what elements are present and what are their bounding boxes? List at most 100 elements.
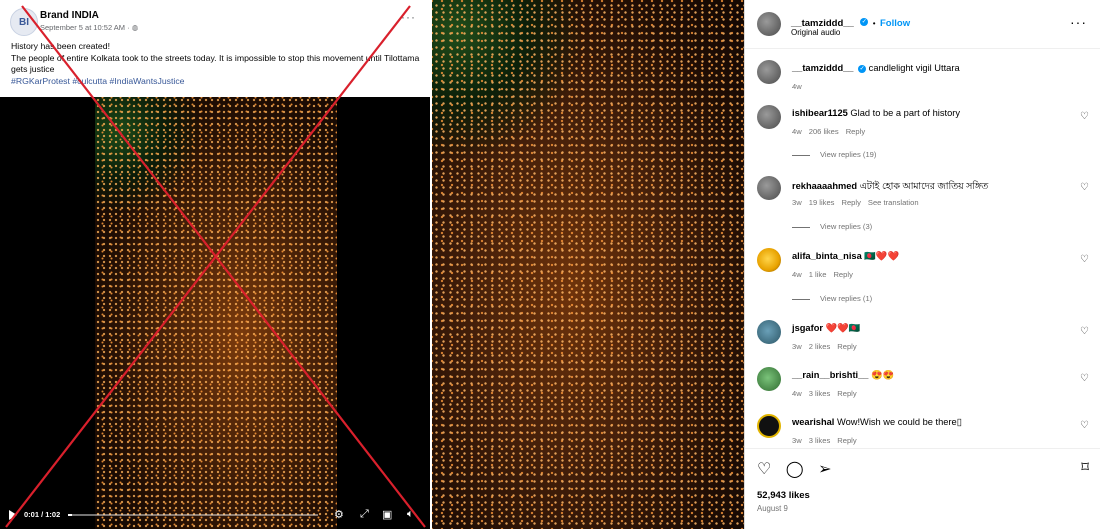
instagram-post-image[interactable]	[432, 0, 744, 529]
video-player[interactable]	[0, 97, 430, 529]
reply-button[interactable]: Reply	[837, 342, 856, 351]
post-line-1: History has been created!	[11, 41, 110, 51]
caption-text: candlelight vigil Uttara	[868, 63, 960, 73]
comment-username[interactable]: jsgafor	[792, 323, 823, 333]
video-time: 0:01 / 1:02	[24, 510, 61, 519]
comment-username[interactable]: wearishal	[792, 417, 834, 427]
comment-like-icon[interactable]: ♡	[1080, 326, 1089, 337]
comment-text: 🇧🇩❤️❤️	[864, 251, 900, 261]
video-progress-bar[interactable]	[68, 514, 318, 516]
heart-icon[interactable]: ♡	[757, 461, 771, 478]
video-progress-fill	[68, 514, 72, 516]
audio-label[interactable]: Original audio	[791, 28, 840, 37]
comment-likes[interactable]: 206 likes	[809, 127, 839, 136]
commenter-avatar[interactable]	[757, 367, 781, 391]
comment-like-icon[interactable]: ♡	[1080, 254, 1089, 265]
action-icons: ♡ ◯ ➢	[757, 459, 842, 479]
fullscreen-icon[interactable]: ⤢	[360, 508, 369, 521]
settings-icon[interactable]: ⚙	[334, 508, 344, 521]
caption-text-line: __tamziddd__ ✓ candlelight vigil Uttara	[792, 63, 1072, 73]
post-timestamp[interactable]: September 5 at 10:52 AM · ◍	[40, 23, 138, 32]
comment-text: Wow!Wish we could be there▯	[836, 417, 962, 427]
commenter-avatar[interactable]	[757, 105, 781, 129]
view-replies-button[interactable]: View replies (3)	[792, 222, 872, 231]
comment-username[interactable]: ishibear1125	[792, 108, 848, 118]
more-options-icon[interactable]: ···	[1070, 14, 1087, 30]
more-options-icon[interactable]: ···	[401, 10, 416, 24]
comment-like-icon[interactable]: ♡	[1080, 182, 1089, 193]
comment-likes[interactable]: 3 likes	[809, 389, 831, 398]
video-frame-candle-crowd	[95, 97, 337, 529]
post-header: BI Brand INDIA September 5 at 10:52 AM ·…	[8, 6, 426, 42]
instagram-sidebar: __tamziddd__ ✓ • Follow Original audio ·…	[744, 0, 1100, 529]
comment-likes[interactable]: 1 like	[809, 270, 827, 279]
reply-button[interactable]: Reply	[833, 270, 852, 279]
post-author-header: __tamziddd__ ✓ • Follow Original audio ·…	[745, 0, 1100, 49]
comment-like-icon[interactable]: ♡	[1080, 373, 1089, 384]
picture-in-picture-icon[interactable]: ▣	[382, 508, 392, 521]
caption-age: 4w	[792, 82, 802, 91]
caption-avatar[interactable]	[757, 60, 781, 84]
verified-icon: ✓	[858, 64, 867, 73]
comment-age: 4w	[792, 127, 802, 136]
reply-button[interactable]: Reply	[846, 127, 865, 136]
comment-meta: 4w 1 like Reply	[792, 270, 860, 279]
comment-text-line: rekhaaaahmed এটাই হোক আমাদের জাতিয় সঙ্গ…	[792, 179, 1072, 194]
reply-button[interactable]: Reply	[841, 198, 860, 207]
comment-icon[interactable]: ◯	[786, 461, 804, 478]
caption-username[interactable]: __tamziddd__	[792, 63, 853, 73]
play-icon[interactable]	[9, 510, 17, 520]
caption-meta: 4w	[792, 82, 809, 91]
comment-like-icon[interactable]: ♡	[1080, 420, 1089, 431]
likes-count[interactable]: 52,943 likes	[757, 490, 810, 501]
comment-age: 3w	[792, 342, 802, 351]
comment-text: এটাই হোক আমাদের জাতিয় সঙ্গিত	[859, 181, 989, 191]
comment-like-icon[interactable]: ♡	[1080, 111, 1089, 122]
commenter-avatar[interactable]	[757, 320, 781, 344]
comment-likes[interactable]: 2 likes	[809, 342, 831, 351]
comment-meta: 4w 206 likes Reply	[792, 127, 872, 136]
see-translation-button[interactable]: See translation	[868, 198, 919, 207]
commenter-avatar[interactable]	[757, 414, 781, 438]
comment-text-line: jsgafor ❤️❤️🇧🇩	[792, 323, 1072, 334]
comment-meta: 3w 3 likes Reply	[792, 436, 864, 445]
commenter-avatar[interactable]	[757, 176, 781, 200]
page-avatar[interactable]: BI	[10, 8, 38, 36]
bookmark-icon[interactable]: ⌑	[1081, 458, 1089, 476]
comment-text-line: ishibear1125 Glad to be a part of histor…	[792, 108, 1072, 118]
comment-username[interactable]: rekhaaaahmed	[792, 181, 857, 191]
comment-username[interactable]: alifa_binta_nisa	[792, 251, 862, 261]
comment-likes[interactable]: 3 likes	[809, 436, 831, 445]
comment-text-line: __rain__brishti__ 😍😍	[792, 370, 1072, 381]
comment-text-line: wearishal Wow!Wish we could be there▯	[792, 417, 1072, 428]
comment-text: 😍😍	[871, 370, 895, 380]
comment-username[interactable]: __rain__brishti__	[792, 370, 868, 380]
comment-meta: 3w 19 likes Reply See translation	[792, 198, 926, 207]
comment-meta: 3w 2 likes Reply	[792, 342, 864, 351]
facebook-post: BI Brand INDIA September 5 at 10:52 AM ·…	[0, 0, 430, 529]
post-hashtags[interactable]: #RGKarProtest #culcutta #IndiaWantsJusti…	[11, 76, 426, 88]
view-replies-button[interactable]: View replies (1)	[792, 294, 872, 303]
video-controls: 0:01 / 1:02 ⚙ ⤢ ▣ 🔈︎	[0, 505, 430, 525]
globe-icon: ◍	[131, 23, 139, 32]
post-text: History has been created! The people of …	[11, 41, 426, 87]
comment-age: 4w	[792, 270, 802, 279]
verified-icon: ✓	[860, 17, 869, 26]
comment-age: 4w	[792, 389, 802, 398]
dot-separator: •	[872, 19, 876, 28]
comment-age: 3w	[792, 436, 802, 445]
share-icon[interactable]: ➢	[818, 461, 831, 478]
comment-text: ❤️❤️🇧🇩	[825, 323, 861, 333]
comment-text-line: alifa_binta_nisa 🇧🇩❤️❤️	[792, 251, 1072, 262]
view-replies-button[interactable]: View replies (19)	[792, 150, 876, 159]
follow-button[interactable]: Follow	[880, 18, 910, 29]
page-name[interactable]: Brand INDIA	[40, 10, 99, 21]
author-avatar[interactable]	[757, 12, 781, 36]
comment-likes[interactable]: 19 likes	[809, 198, 835, 207]
post-line-2: The people of entire Kolkata took to the…	[11, 52, 420, 75]
timestamp-text: September 5 at 10:52 AM ·	[40, 23, 132, 32]
volume-icon[interactable]: 🔈︎	[407, 508, 414, 521]
reply-button[interactable]: Reply	[837, 436, 856, 445]
reply-button[interactable]: Reply	[837, 389, 856, 398]
commenter-avatar[interactable]	[757, 248, 781, 272]
